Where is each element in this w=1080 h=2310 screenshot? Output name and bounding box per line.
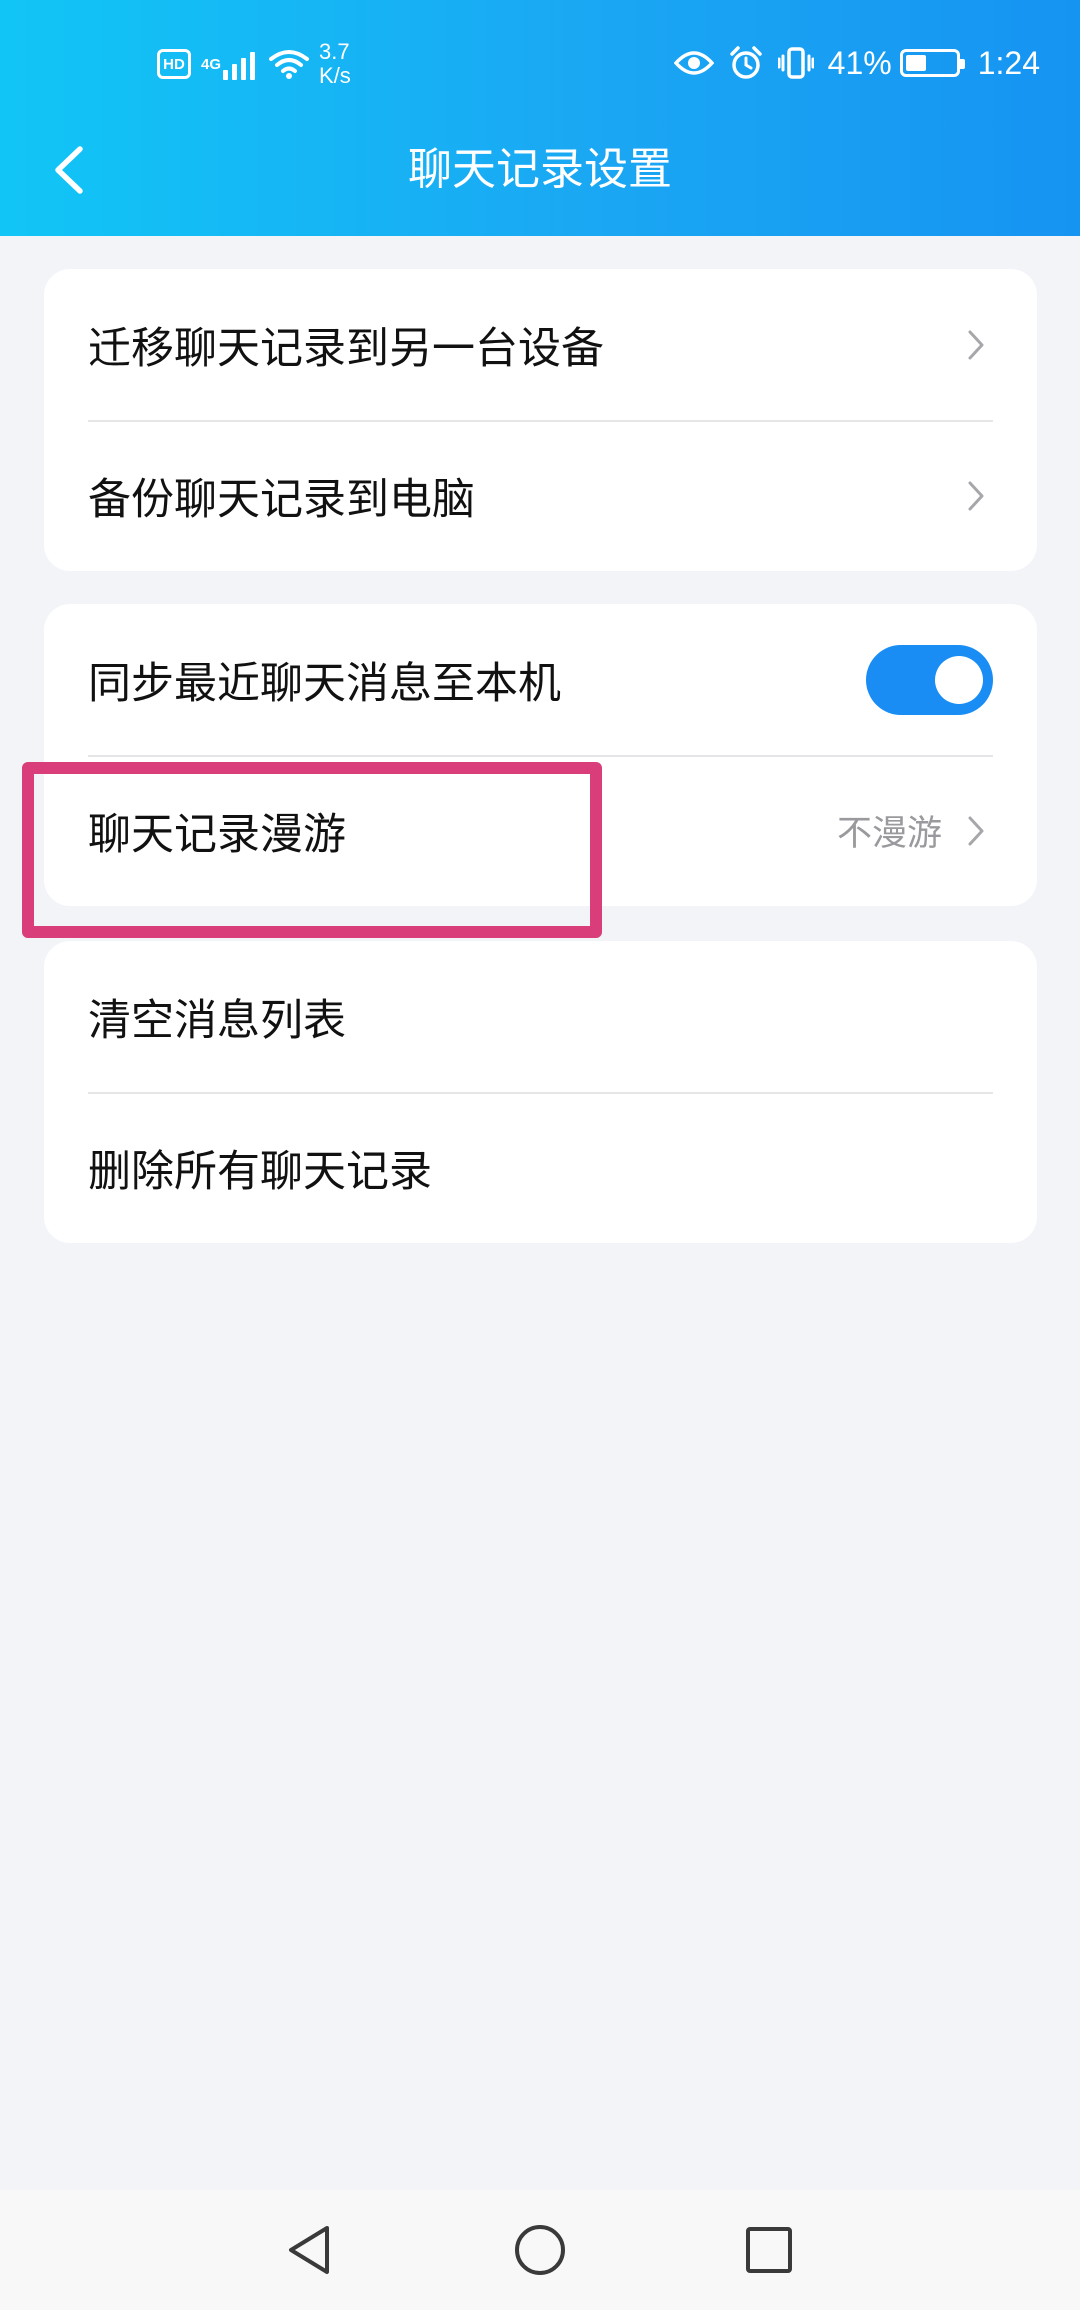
nav-home-button[interactable] — [480, 2190, 600, 2310]
row-label: 清空消息列表 — [88, 995, 346, 1046]
status-left: HD 4G 3.7 K/s — [157, 36, 351, 92]
sync-toggle[interactable] — [866, 644, 993, 715]
page-title: 聊天记录设置 — [408, 144, 672, 195]
status-bar: HD 4G 3.7 K/s 41% 1:24 — [0, 0, 1080, 120]
nav-recents-button[interactable] — [709, 2190, 829, 2310]
toggle-knob — [935, 655, 983, 704]
alarm-icon — [729, 46, 762, 79]
net-speed: 3.7 K/s — [319, 40, 351, 88]
vibrate-icon — [777, 47, 814, 79]
row-delete-all-history[interactable]: 删除所有聊天记录 — [44, 1092, 1037, 1243]
recents-square-icon — [746, 2227, 792, 2273]
nav-back-button[interactable] — [249, 2190, 369, 2310]
net-speed-unit: K/s — [319, 63, 351, 88]
card-clear: 清空消息列表 删除所有聊天记录 — [44, 941, 1037, 1243]
card-transfer: 迁移聊天记录到另一台设备 备份聊天记录到电脑 — [44, 269, 1037, 571]
home-circle-icon — [515, 2225, 565, 2275]
back-triangle-icon — [289, 2226, 329, 2274]
chevron-right-icon — [968, 330, 984, 359]
row-label: 删除所有聊天记录 — [88, 1146, 432, 1197]
row-label: 同步最近聊天消息至本机 — [88, 658, 561, 709]
network-type: 4G — [201, 55, 222, 73]
row-sync-recent-messages: 同步最近聊天消息至本机 — [44, 604, 1037, 755]
signal-icon — [223, 48, 256, 80]
chevron-right-icon — [968, 816, 984, 845]
hd-badge: HD — [157, 49, 191, 79]
net-speed-value: 3.7 — [319, 39, 350, 64]
row-migrate-chat-history[interactable]: 迁移聊天记录到另一台设备 — [44, 269, 1037, 420]
battery-percent: 41% — [827, 44, 892, 81]
eye-icon — [673, 51, 714, 75]
status-time: 1:24 — [977, 44, 1040, 81]
wifi-icon — [269, 50, 310, 79]
battery-fill — [905, 55, 926, 71]
system-nav-bar — [0, 2190, 1080, 2310]
row-label: 迁移聊天记录到另一台设备 — [88, 323, 604, 374]
highlight-box — [22, 762, 602, 938]
chevron-right-icon — [968, 481, 984, 510]
roaming-value: 不漫游 — [836, 814, 942, 854]
battery-icon — [899, 49, 965, 77]
status-right: 41% 1:24 — [673, 38, 1040, 88]
row-clear-message-list[interactable]: 清空消息列表 — [44, 941, 1037, 1092]
row-backup-to-computer[interactable]: 备份聊天记录到电脑 — [44, 420, 1037, 571]
app-header: HD 4G 3.7 K/s 41% 1:24 聊天记录设置 — [0, 0, 1080, 236]
row-label: 备份聊天记录到电脑 — [88, 474, 475, 525]
